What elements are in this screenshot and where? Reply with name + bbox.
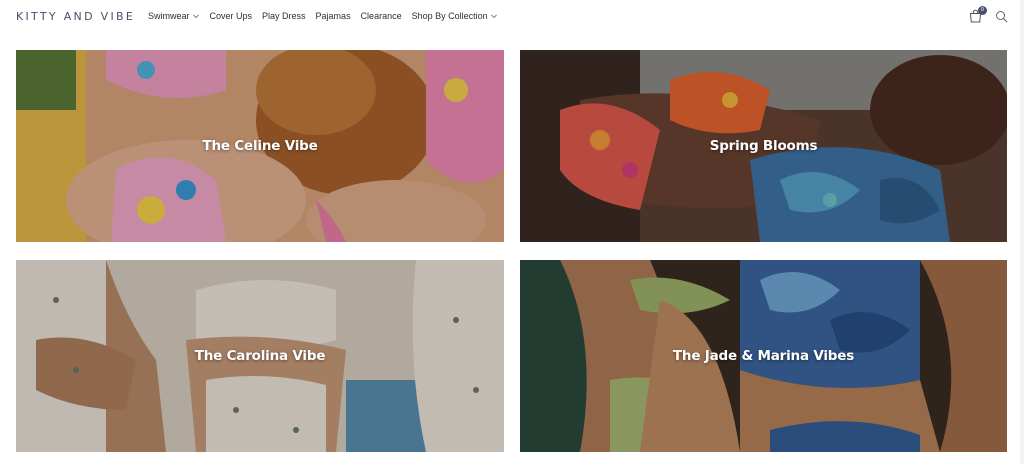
collection-tile-carolina[interactable]: The Carolina Vibe [16, 260, 504, 452]
chevron-down-icon [490, 12, 498, 20]
nav-item-clearance[interactable]: Clearance [361, 11, 402, 21]
cart-button[interactable]: 0 [969, 6, 987, 23]
collection-title: The Carolina Vibe [194, 348, 326, 364]
site-header: KITTY AND VIBE Swimwear Cover Ups Play D… [0, 0, 1024, 34]
collection-title: The Jade & Marina Vibes [672, 348, 855, 364]
nav-item-cover-ups[interactable]: Cover Ups [210, 11, 253, 21]
collection-title: The Celine Vibe [202, 138, 318, 154]
main-nav: Swimwear Cover Ups Play Dress Pajamas Cl… [148, 11, 508, 21]
nav-item-label: Swimwear [148, 11, 190, 21]
nav-item-label: Clearance [360, 11, 402, 21]
brand-logo[interactable]: KITTY AND VIBE [16, 10, 135, 23]
chevron-down-icon [192, 12, 200, 20]
scrollbar[interactable] [1020, 0, 1024, 464]
nav-item-label: Play Dress [262, 11, 306, 21]
cart-count-badge: 0 [978, 6, 987, 15]
collection-title: Spring Blooms [709, 138, 818, 154]
collection-tile-jade-marina[interactable]: The Jade & Marina Vibes [520, 260, 1007, 452]
header-icons: 0 [969, 6, 1008, 23]
collection-tile-spring-blooms[interactable]: Spring Blooms [520, 50, 1007, 242]
search-button[interactable] [995, 10, 1008, 23]
nav-item-label: Shop By Collection [411, 11, 488, 21]
nav-item-label: Cover Ups [209, 11, 253, 21]
nav-item-label: Pajamas [315, 11, 351, 21]
nav-item-shop-by-collection[interactable]: Shop By Collection [412, 11, 498, 21]
nav-item-play-dress[interactable]: Play Dress [262, 11, 306, 21]
search-icon [996, 10, 1008, 22]
nav-item-pajamas[interactable]: Pajamas [316, 11, 351, 21]
nav-item-swimwear[interactable]: Swimwear [148, 11, 200, 21]
collection-tile-celine[interactable]: The Celine Vibe [16, 50, 504, 242]
